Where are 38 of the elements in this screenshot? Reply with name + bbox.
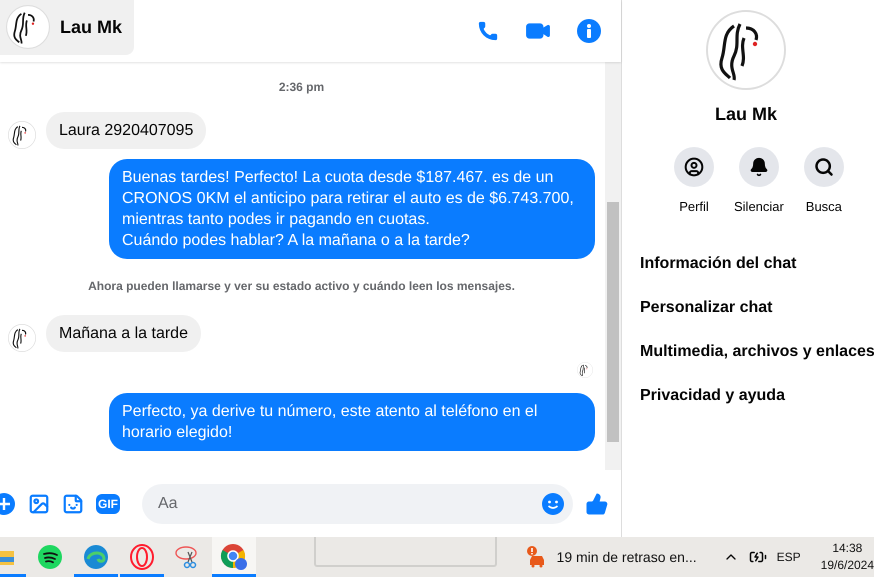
person-icon — [684, 157, 704, 177]
scrollbar-thumb[interactable] — [607, 202, 619, 442]
browser-ring-icon — [128, 544, 155, 570]
bell-icon — [748, 157, 769, 177]
gif-button[interactable]: GIF — [96, 494, 120, 514]
profile-action[interactable]: Silenciar — [734, 147, 784, 214]
info-icon[interactable] — [577, 19, 601, 43]
browser-wave-icon — [82, 544, 109, 570]
system-notice: Ahora pueden llamarse y ver su estado activo y cuándo leen los mensajes. — [88, 279, 515, 293]
taskbar-clock[interactable]: 14:38 19/6/2024 — [820, 540, 874, 574]
incoming-message: Mañana a la tarde — [46, 315, 201, 352]
message-timestamp: 2:36 pm — [278, 80, 324, 94]
language-indicator[interactable]: ESP — [776, 550, 801, 564]
contact-name: Lau Mk — [60, 16, 124, 38]
seen-avatar — [577, 362, 593, 378]
info-section[interactable]: Privacidad y ayuda — [640, 374, 874, 418]
outgoing-message: Buenas tardes! Perfecto! La cuota desde $187.467. es de un CRONOS 0KM el anticipo para retirar el auto es de $6.743.700, mientras tanto podes ir pagando en cuotas. Cuándo podes hablar? A la mañana o a la tarde? — [109, 159, 595, 259]
smiley-icon[interactable] — [541, 492, 565, 516]
traffic-notification[interactable]: 19 min de retraso en... — [524, 545, 705, 569]
profile-name: Lau Mk — [714, 104, 777, 125]
info-section[interactable]: Personalizar chat — [640, 286, 874, 330]
search-icon — [814, 157, 834, 177]
message-input[interactable]: Aa — [156, 494, 541, 514]
incoming-message: Laura 2920407095 — [46, 112, 206, 149]
sender-avatar — [8, 121, 36, 149]
contact-avatar — [6, 5, 50, 49]
phone-icon[interactable] — [477, 20, 499, 42]
info-section[interactable]: Multimedia, archivos y enlaces — [640, 330, 874, 374]
sender-avatar — [8, 324, 36, 352]
sticker-icon[interactable] — [62, 492, 84, 514]
contact-header[interactable]: Lau Mk — [0, 0, 134, 54]
outgoing-message: Perfecto, ya derive tu número, este atento al teléfono en el horario elegido! — [109, 393, 595, 451]
music-app-icon — [36, 544, 63, 570]
message-field[interactable]: Aa — [142, 484, 573, 524]
image-icon[interactable] — [28, 492, 50, 514]
browser-circle-icon — [220, 543, 248, 571]
thumbs-up-icon[interactable] — [585, 492, 609, 516]
info-section[interactable]: Información del chat — [640, 242, 874, 286]
